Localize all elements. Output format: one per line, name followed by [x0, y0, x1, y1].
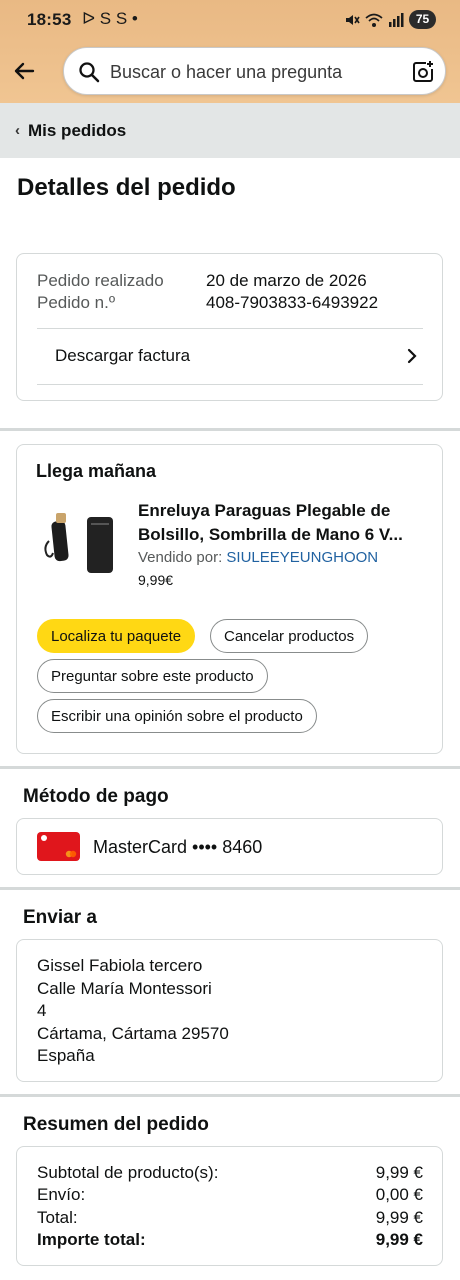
chevron-right-icon [407, 348, 417, 364]
order-number-label: Pedido n.º [37, 293, 116, 312]
shipping-heading: Enviar a [23, 907, 97, 928]
address-name: Gissel Fabiola tercero [37, 956, 203, 975]
wifi-icon [365, 13, 383, 27]
product-title[interactable]: Enreluya Paraguas Plegable de Bolsillo, … [138, 499, 428, 547]
write-review-button[interactable]: Escribir una opinión sobre el producto [37, 699, 317, 733]
search-icon [79, 62, 100, 83]
address-street: Calle María Montessori [37, 978, 212, 998]
ask-product-button[interactable]: Preguntar sobre este producto [37, 659, 268, 693]
summary-label: Envío: [37, 1185, 86, 1204]
seller-info: Vendido por: SIULEEYEUNGHOON [138, 549, 378, 566]
summary-value: 9,99 € [375, 1230, 423, 1249]
seller-prefix: Vendido por: [138, 549, 227, 566]
search-input[interactable] [110, 58, 400, 86]
address-city: Cártama, Cártama 29570 [37, 1023, 229, 1043]
order-info-card: Pedido realizado 20 de marzo de 2026 Ped… [16, 253, 443, 401]
umbrella-icon [44, 513, 113, 573]
status-right: 75 [344, 10, 436, 29]
camera-icon[interactable] [411, 60, 435, 84]
battery-indicator: 75 [409, 10, 436, 29]
status-time: 18:53 [27, 10, 72, 29]
section-separator [0, 428, 460, 431]
summary-card: Subtotal de producto(s): 9,99 € Envío: 0… [16, 1146, 443, 1266]
order-date-label: Pedido realizado [37, 271, 164, 290]
summary-label: Total: [37, 1208, 78, 1227]
summary-row: Total: 9,99 € [37, 1208, 423, 1228]
chevron-left-icon: ‹ [15, 122, 20, 139]
breadcrumb-label: Mis pedidos [28, 120, 127, 140]
summary-value: 9,99 € [375, 1163, 423, 1182]
summary-heading: Resumen del pedido [23, 1114, 209, 1135]
divider [37, 384, 423, 385]
credit-card-icon [37, 832, 80, 861]
address-country: España [37, 1046, 95, 1065]
address-card: Gissel Fabiola tercero Calle María Monte… [16, 939, 443, 1082]
order-number-value: 408-7903833-6493922 [206, 293, 379, 312]
summary-value: 9,99 € [375, 1208, 423, 1227]
payment-heading: Método de pago [23, 786, 169, 807]
seller-link[interactable]: SIULEEYEUNGHOON [226, 549, 378, 566]
section-separator [0, 766, 460, 769]
shipping-address: Gissel Fabiola tercero Calle María Monte… [37, 955, 229, 1068]
payment-method: MasterCard •••• 8460 [93, 837, 263, 857]
status-bar: 18:53 ᐅ S S • 75 [0, 0, 460, 42]
section-separator [0, 1094, 460, 1097]
page-title: Detalles del pedido [17, 174, 236, 201]
address-number: 4 [37, 1001, 47, 1020]
section-separator [0, 887, 460, 890]
shipment-card: Llega mañana Enreluya Paraguas Plegable … [16, 444, 443, 754]
summary-label: Subtotal de producto(s): [37, 1163, 219, 1182]
back-arrow-icon [14, 62, 35, 80]
summary-total-row: Importe total: 9,99 € [37, 1230, 423, 1250]
product-image[interactable] [39, 507, 119, 577]
back-button[interactable] [10, 57, 38, 85]
search-bar[interactable] [63, 47, 446, 95]
download-invoice-label: Descargar factura [55, 346, 191, 365]
summary-row: Envío: 0,00 € [37, 1185, 423, 1205]
delivery-status: Llega mañana [36, 461, 157, 481]
product-price: 9,99€ [138, 572, 174, 588]
summary-label: Importe total: [37, 1230, 146, 1249]
signal-icon [389, 12, 404, 27]
track-package-button[interactable]: Localiza tu paquete [37, 619, 196, 653]
cancel-products-button[interactable]: Cancelar productos [210, 619, 369, 653]
payment-card: MasterCard •••• 8460 [16, 818, 443, 875]
order-date-value: 20 de marzo de 2026 [206, 271, 367, 290]
mute-icon [346, 14, 360, 25]
notification-icons: ᐅ S S • [82, 9, 138, 28]
summary-value: 0,00 € [375, 1185, 423, 1204]
app-header: 18:53 ᐅ S S • 75 [0, 0, 460, 103]
summary-row: Subtotal de producto(s): 9,99 € [37, 1163, 423, 1183]
breadcrumb[interactable]: ‹ Mis pedidos [0, 103, 460, 158]
download-invoice-link[interactable]: Descargar factura [37, 328, 423, 384]
